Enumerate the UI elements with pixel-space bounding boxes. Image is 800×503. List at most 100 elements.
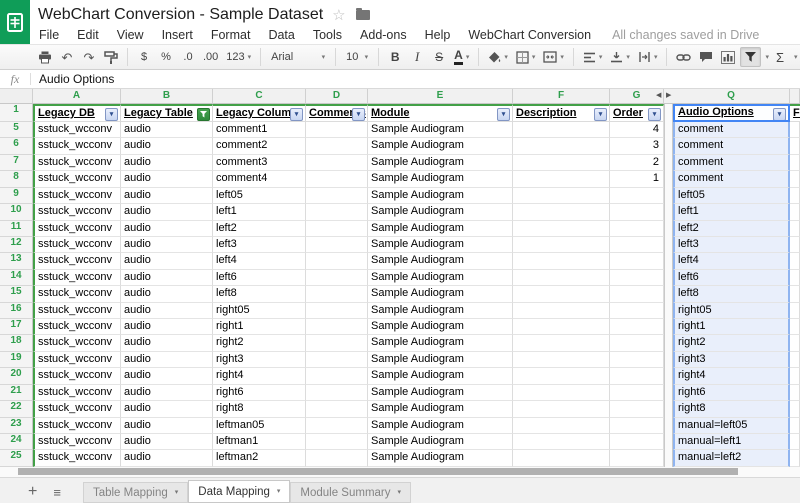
row-header-23[interactable]: 23: [0, 418, 33, 434]
menu-tools[interactable]: Tools: [304, 28, 351, 42]
filter-dropdown-button[interactable]: ▾: [773, 108, 786, 121]
cell-B5[interactable]: audio: [121, 122, 213, 138]
cell-D6[interactable]: [306, 138, 368, 154]
cell-Q21[interactable]: right6: [673, 385, 790, 401]
cell-F17[interactable]: [513, 319, 610, 335]
insert-comment-button[interactable]: [696, 47, 716, 67]
cell-Q22[interactable]: right8: [673, 401, 790, 417]
cell-Q25[interactable]: manual=left2: [673, 450, 790, 466]
cell-D11[interactable]: [306, 221, 368, 237]
cell-D19[interactable]: [306, 352, 368, 368]
bold-button[interactable]: B: [385, 47, 405, 67]
cell-B23[interactable]: audio: [121, 418, 213, 434]
cell-D13[interactable]: [306, 253, 368, 269]
cell-F5[interactable]: [513, 122, 610, 138]
cell-E11[interactable]: Sample Audiogram: [368, 221, 513, 237]
cell-G9[interactable]: [610, 188, 664, 204]
cell-C5[interactable]: comment1: [213, 122, 306, 138]
row-header-25[interactable]: 25: [0, 450, 33, 466]
cell-F9[interactable]: [513, 188, 610, 204]
cell-C6[interactable]: comment2: [213, 138, 306, 154]
filter-button[interactable]: [740, 47, 761, 67]
cell-C15[interactable]: left8: [213, 286, 306, 302]
cell-B11[interactable]: audio: [121, 221, 213, 237]
cell-C24[interactable]: leftman1: [213, 434, 306, 450]
cell-A18[interactable]: sstuck_wcconv: [33, 335, 121, 351]
sheet-tab-module-summary[interactable]: Module Summary ▾: [290, 482, 411, 503]
functions-button[interactable]: Σ: [770, 47, 790, 67]
cell-C22[interactable]: right8: [213, 401, 306, 417]
cell-C9[interactable]: left05: [213, 188, 306, 204]
row-header-8[interactable]: 8: [0, 171, 33, 187]
cell-B9[interactable]: audio: [121, 188, 213, 204]
cell-R15[interactable]: [790, 286, 800, 302]
cell-A8[interactable]: sstuck_wcconv: [33, 171, 121, 187]
filter-dropdown-button[interactable]: ▾: [594, 108, 607, 121]
cell-E9[interactable]: Sample Audiogram: [368, 188, 513, 204]
cell-A17[interactable]: sstuck_wcconv: [33, 319, 121, 335]
cell-C14[interactable]: left6: [213, 270, 306, 286]
row-header-21[interactable]: 21: [0, 385, 33, 401]
cell-A9[interactable]: sstuck_wcconv: [33, 188, 121, 204]
cell-B8[interactable]: audio: [121, 171, 213, 187]
cell-E20[interactable]: Sample Audiogram: [368, 368, 513, 384]
cell-C10[interactable]: left1: [213, 204, 306, 220]
cell-D12[interactable]: [306, 237, 368, 253]
cell-C11[interactable]: left2: [213, 221, 306, 237]
column-header-B[interactable]: B: [121, 89, 213, 104]
cell-G6[interactable]: 3: [610, 138, 664, 154]
cell-F7[interactable]: [513, 155, 610, 171]
cell-E14[interactable]: Sample Audiogram: [368, 270, 513, 286]
cell-F8[interactable]: [513, 171, 610, 187]
cell-B20[interactable]: audio: [121, 368, 213, 384]
cell-C7[interactable]: comment3: [213, 155, 306, 171]
increase-decimal-button[interactable]: .00: [200, 47, 221, 67]
cell-Q12[interactable]: left3: [673, 237, 790, 253]
cell-G16[interactable]: [610, 303, 664, 319]
chevron-down-icon[interactable]: ▾: [765, 54, 769, 61]
cell-G17[interactable]: [610, 319, 664, 335]
cell-G8[interactable]: 1: [610, 171, 664, 187]
column-header-A[interactable]: A: [33, 89, 121, 104]
cell-D7[interactable]: [306, 155, 368, 171]
cell-R17[interactable]: [790, 319, 800, 335]
cell-D17[interactable]: [306, 319, 368, 335]
cell-G1[interactable]: Order▾: [610, 104, 664, 122]
row-header-6[interactable]: 6: [0, 138, 33, 154]
cell-C17[interactable]: right1: [213, 319, 306, 335]
cell-R5[interactable]: [790, 122, 800, 138]
decrease-decimal-button[interactable]: .0: [178, 47, 198, 67]
borders-button[interactable]: ▾: [513, 47, 539, 67]
fill-color-button[interactable]: ▾: [485, 47, 511, 67]
select-all-corner[interactable]: [0, 89, 33, 104]
cell-E13[interactable]: Sample Audiogram: [368, 253, 513, 269]
cell-D24[interactable]: [306, 434, 368, 450]
cell-Q10[interactable]: left1: [673, 204, 790, 220]
cell-A13[interactable]: sstuck_wcconv: [33, 253, 121, 269]
cell-A14[interactable]: sstuck_wcconv: [33, 270, 121, 286]
column-header-D[interactable]: D: [306, 89, 368, 104]
cell-R19[interactable]: [790, 352, 800, 368]
menu-file[interactable]: File: [30, 28, 68, 42]
cell-C13[interactable]: left4: [213, 253, 306, 269]
cell-G12[interactable]: [610, 237, 664, 253]
undo-button[interactable]: ↶: [57, 47, 77, 67]
cell-B1[interactable]: Legacy Table: [121, 104, 213, 122]
cell-B7[interactable]: audio: [121, 155, 213, 171]
cell-G21[interactable]: [610, 385, 664, 401]
cell-Q5[interactable]: comment: [673, 122, 790, 138]
cell-G25[interactable]: [610, 450, 664, 466]
cell-Q24[interactable]: manual=left1: [673, 434, 790, 450]
cell-G10[interactable]: [610, 204, 664, 220]
cell-A6[interactable]: sstuck_wcconv: [33, 138, 121, 154]
sheet-tab-table-mapping[interactable]: Table Mapping ▾: [83, 482, 188, 503]
cell-E7[interactable]: Sample Audiogram: [368, 155, 513, 171]
cell-B6[interactable]: audio: [121, 138, 213, 154]
cell-E25[interactable]: Sample Audiogram: [368, 450, 513, 466]
sheet-tab-data-mapping[interactable]: Data Mapping ▾: [188, 480, 290, 503]
cell-D9[interactable]: [306, 188, 368, 204]
strikethrough-button[interactable]: S: [429, 47, 449, 67]
cell-E24[interactable]: Sample Audiogram: [368, 434, 513, 450]
cell-G22[interactable]: [610, 401, 664, 417]
paint-format-button[interactable]: [101, 47, 121, 67]
